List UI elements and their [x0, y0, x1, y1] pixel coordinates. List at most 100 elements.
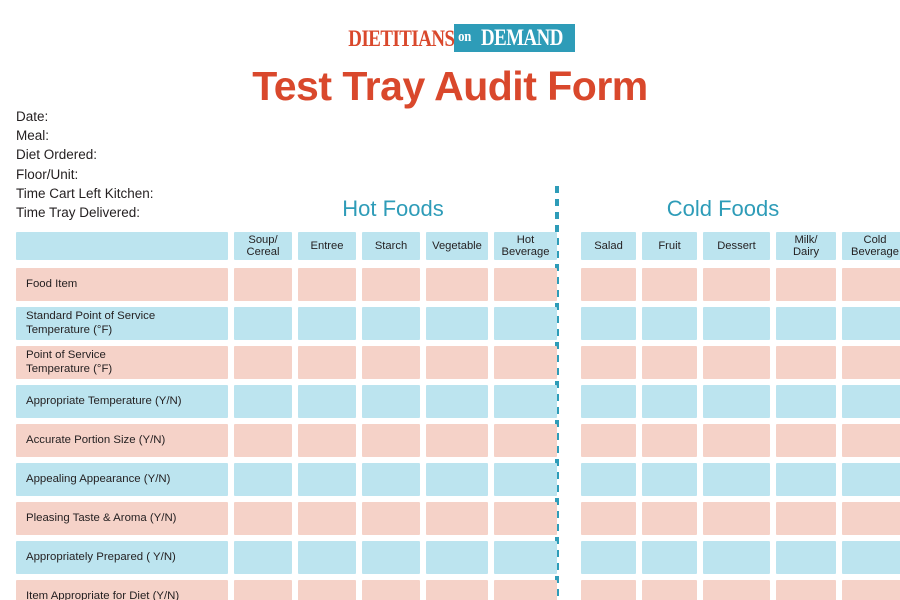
input-cell-dessert-row-6[interactable]: [703, 502, 770, 535]
input-cell-dessert-row-5[interactable]: [703, 463, 770, 496]
input-cell-milk-dairy-row-3[interactable]: [776, 385, 836, 418]
input-cell-dessert-row-7[interactable]: [703, 541, 770, 574]
input-cell-vegetable-row-3[interactable]: [426, 385, 488, 418]
input-cell-hot-beverage-row-0[interactable]: [494, 268, 557, 301]
input-cell-salad-row-3[interactable]: [581, 385, 636, 418]
input-cell-soup-cereal-row-2[interactable]: [234, 346, 292, 379]
input-cell-entree-row-6[interactable]: [298, 502, 356, 535]
input-cell-starch-row-7[interactable]: [362, 541, 420, 574]
input-cell-vegetable-row-6[interactable]: [426, 502, 488, 535]
input-cell-milk-dairy-row-1[interactable]: [776, 307, 836, 340]
input-cell-cold-beverage-row-2[interactable]: [842, 346, 900, 379]
input-cell-starch-row-0[interactable]: [362, 268, 420, 301]
input-cell-salad-row-8[interactable]: [581, 580, 636, 600]
input-cell-starch-row-3[interactable]: [362, 385, 420, 418]
input-cell-hot-beverage-row-3[interactable]: [494, 385, 557, 418]
input-cell-hot-beverage-row-8[interactable]: [494, 580, 557, 600]
row-header-4: Accurate Portion Size (Y/N): [16, 424, 228, 457]
input-cell-starch-row-5[interactable]: [362, 463, 420, 496]
input-cell-dessert-row-8[interactable]: [703, 580, 770, 600]
divider-spacer: [563, 385, 575, 418]
input-cell-hot-beverage-row-2[interactable]: [494, 346, 557, 379]
input-cell-fruit-row-0[interactable]: [642, 268, 697, 301]
input-cell-hot-beverage-row-1[interactable]: [494, 307, 557, 340]
input-cell-milk-dairy-row-0[interactable]: [776, 268, 836, 301]
meta-field-floor-unit: Floor/Unit:: [16, 166, 79, 182]
input-cell-cold-beverage-row-5[interactable]: [842, 463, 900, 496]
input-cell-entree-row-7[interactable]: [298, 541, 356, 574]
input-cell-milk-dairy-row-2[interactable]: [776, 346, 836, 379]
input-cell-cold-beverage-row-7[interactable]: [842, 541, 900, 574]
input-cell-dessert-row-4[interactable]: [703, 424, 770, 457]
table-row: Food Item: [16, 268, 900, 301]
input-cell-soup-cereal-row-6[interactable]: [234, 502, 292, 535]
input-cell-cold-beverage-row-8[interactable]: [842, 580, 900, 600]
input-cell-salad-row-2[interactable]: [581, 346, 636, 379]
input-cell-milk-dairy-row-5[interactable]: [776, 463, 836, 496]
input-cell-entree-row-4[interactable]: [298, 424, 356, 457]
input-cell-milk-dairy-row-8[interactable]: [776, 580, 836, 600]
input-cell-hot-beverage-row-5[interactable]: [494, 463, 557, 496]
column-header-fruit: Fruit: [642, 232, 697, 260]
input-cell-vegetable-row-2[interactable]: [426, 346, 488, 379]
input-cell-vegetable-row-7[interactable]: [426, 541, 488, 574]
input-cell-starch-row-4[interactable]: [362, 424, 420, 457]
input-cell-fruit-row-5[interactable]: [642, 463, 697, 496]
input-cell-entree-row-0[interactable]: [298, 268, 356, 301]
input-cell-cold-beverage-row-0[interactable]: [842, 268, 900, 301]
input-cell-dessert-row-0[interactable]: [703, 268, 770, 301]
input-cell-fruit-row-1[interactable]: [642, 307, 697, 340]
input-cell-soup-cereal-row-7[interactable]: [234, 541, 292, 574]
input-cell-entree-row-1[interactable]: [298, 307, 356, 340]
meta-field-date: Date:: [16, 109, 49, 124]
input-cell-cold-beverage-row-3[interactable]: [842, 385, 900, 418]
input-cell-vegetable-row-1[interactable]: [426, 307, 488, 340]
input-cell-fruit-row-4[interactable]: [642, 424, 697, 457]
input-cell-dessert-row-1[interactable]: [703, 307, 770, 340]
input-cell-hot-beverage-row-4[interactable]: [494, 424, 557, 457]
input-cell-salad-row-4[interactable]: [581, 424, 636, 457]
input-cell-soup-cereal-row-0[interactable]: [234, 268, 292, 301]
input-cell-fruit-row-3[interactable]: [642, 385, 697, 418]
input-cell-dessert-row-2[interactable]: [703, 346, 770, 379]
input-cell-salad-row-7[interactable]: [581, 541, 636, 574]
input-cell-dessert-row-3[interactable]: [703, 385, 770, 418]
input-cell-salad-row-6[interactable]: [581, 502, 636, 535]
input-cell-starch-row-8[interactable]: [362, 580, 420, 600]
input-cell-soup-cereal-row-8[interactable]: [234, 580, 292, 600]
input-cell-starch-row-1[interactable]: [362, 307, 420, 340]
input-cell-entree-row-8[interactable]: [298, 580, 356, 600]
input-cell-salad-row-1[interactable]: [581, 307, 636, 340]
input-cell-milk-dairy-row-7[interactable]: [776, 541, 836, 574]
input-cell-soup-cereal-row-1[interactable]: [234, 307, 292, 340]
input-cell-soup-cereal-row-4[interactable]: [234, 424, 292, 457]
input-cell-cold-beverage-row-4[interactable]: [842, 424, 900, 457]
input-cell-fruit-row-2[interactable]: [642, 346, 697, 379]
input-cell-fruit-row-6[interactable]: [642, 502, 697, 535]
input-cell-starch-row-6[interactable]: [362, 502, 420, 535]
input-cell-entree-row-2[interactable]: [298, 346, 356, 379]
input-cell-milk-dairy-row-4[interactable]: [776, 424, 836, 457]
input-cell-cold-beverage-row-1[interactable]: [842, 307, 900, 340]
input-cell-entree-row-3[interactable]: [298, 385, 356, 418]
input-cell-vegetable-row-0[interactable]: [426, 268, 488, 301]
input-cell-salad-row-5[interactable]: [581, 463, 636, 496]
input-cell-salad-row-0[interactable]: [581, 268, 636, 301]
input-cell-milk-dairy-row-6[interactable]: [776, 502, 836, 535]
input-cell-soup-cereal-row-3[interactable]: [234, 385, 292, 418]
input-cell-entree-row-5[interactable]: [298, 463, 356, 496]
input-cell-vegetable-row-8[interactable]: [426, 580, 488, 600]
input-cell-hot-beverage-row-7[interactable]: [494, 541, 557, 574]
column-header-starch-label: Starch: [374, 239, 408, 252]
input-cell-vegetable-row-4[interactable]: [426, 424, 488, 457]
input-cell-hot-beverage-row-6[interactable]: [494, 502, 557, 535]
section-title-hot-foods: Hot Foods: [342, 196, 444, 221]
divider-spacer: [563, 502, 575, 535]
input-cell-fruit-row-7[interactable]: [642, 541, 697, 574]
input-cell-cold-beverage-row-6[interactable]: [842, 502, 900, 535]
input-cell-vegetable-row-5[interactable]: [426, 463, 488, 496]
row-header-7: Appropriately Prepared ( Y/N): [16, 541, 228, 574]
input-cell-fruit-row-8[interactable]: [642, 580, 697, 600]
input-cell-starch-row-2[interactable]: [362, 346, 420, 379]
input-cell-soup-cereal-row-5[interactable]: [234, 463, 292, 496]
